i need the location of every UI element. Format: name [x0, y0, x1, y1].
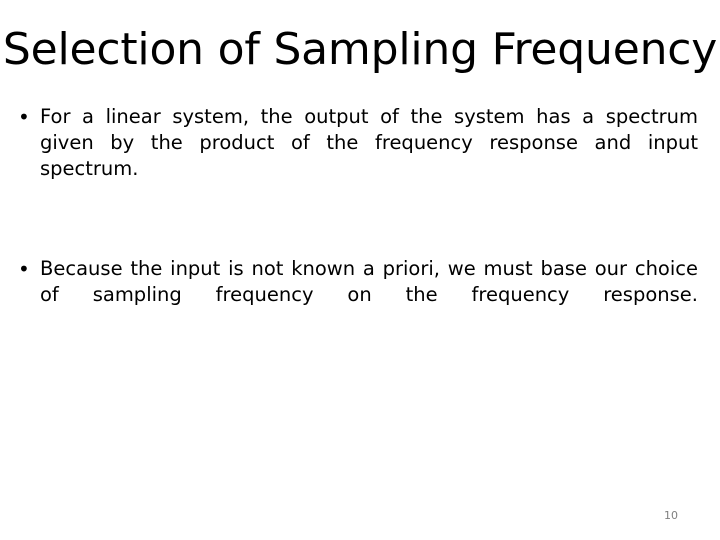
slide-body: • For a linear system, the output of the…: [14, 104, 698, 334]
list-item: • For a linear system, the output of the…: [14, 104, 698, 208]
page-title: Selection of Sampling Frequency: [2, 24, 718, 75]
slide: Selection of Sampling Frequency • For a …: [0, 0, 720, 540]
bullet-text: For a linear system, the output of the s…: [40, 105, 698, 180]
bullet-icon: •: [18, 105, 30, 129]
page-number: 10: [664, 509, 678, 522]
bullet-icon: •: [18, 257, 30, 281]
bullet-text: Because the input is not known a priori,…: [40, 257, 698, 306]
list-item: • Because the input is not known a prior…: [14, 256, 698, 334]
